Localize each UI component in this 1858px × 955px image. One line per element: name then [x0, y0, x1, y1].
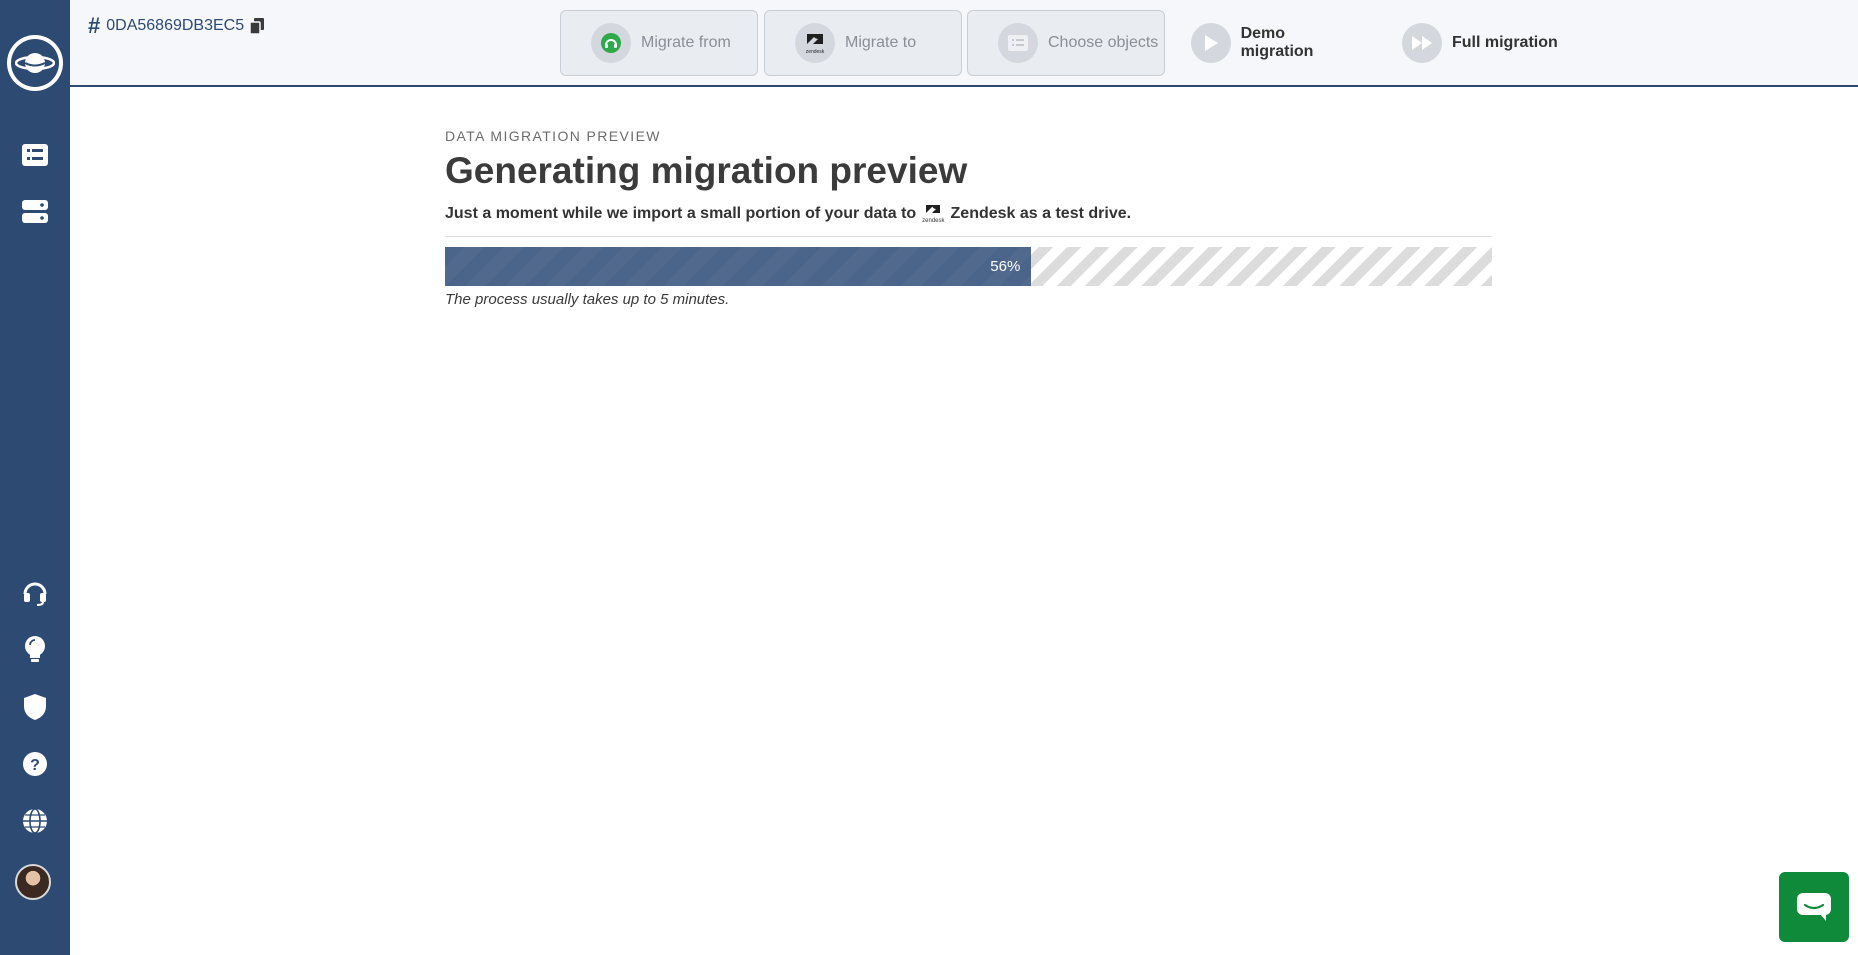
zendesk-mini-text: zendesk	[922, 218, 945, 224]
divider	[445, 236, 1492, 237]
step-choose-objects[interactable]: Choose objects	[967, 10, 1165, 76]
subtitle-text-after: Zendesk as a test drive.	[950, 205, 1132, 222]
fast-forward-icon	[1402, 23, 1442, 63]
copy-icon[interactable]	[249, 18, 266, 35]
page-subtitle: Just a moment while we import a small po…	[445, 204, 1492, 224]
shield-icon[interactable]	[19, 691, 51, 723]
top-bar: # 0DA56869DB3EC5 Migrate from zendesk Mi…	[70, 0, 1858, 87]
hash-icon: #	[88, 13, 101, 38]
step-migrate-from[interactable]: Migrate from	[560, 10, 758, 76]
planet-icon	[15, 53, 55, 73]
lightbulb-icon[interactable]	[19, 634, 51, 666]
subtitle-text-before: Just a moment while we import a small po…	[445, 205, 917, 222]
duration-note: The process usually takes up to 5 minute…	[445, 291, 730, 308]
zendesk-mini-logo-icon: zendesk	[922, 204, 945, 224]
svg-text:?: ?	[30, 757, 40, 774]
step-label: Migrate from	[641, 34, 731, 51]
chat-icon	[1797, 893, 1831, 921]
main-content: DATA MIGRATION PREVIEW Generating migrat…	[445, 128, 1492, 308]
section-overline: DATA MIGRATION PREVIEW	[445, 128, 661, 144]
progress-percent: 56%	[990, 258, 1021, 275]
play-icon	[1191, 23, 1231, 63]
headset-icon[interactable]	[19, 577, 51, 609]
projects-list-icon[interactable]	[19, 139, 51, 171]
project-id: # 0DA56869DB3EC5	[88, 13, 266, 39]
helpdesk-logo-icon	[591, 23, 631, 63]
chat-button[interactable]	[1779, 872, 1849, 942]
globe-icon[interactable]	[19, 805, 51, 837]
list-icon	[998, 23, 1038, 63]
page-title: Generating migration preview	[445, 150, 968, 191]
step-label: Full migration	[1452, 34, 1558, 51]
step-label: Demo migration	[1240, 25, 1314, 60]
server-icon[interactable]	[19, 196, 51, 228]
app-logo[interactable]	[7, 35, 63, 91]
step-label: Migrate to	[845, 34, 917, 51]
step-label: Choose objects	[1048, 34, 1159, 51]
progress-bar: 56%	[445, 247, 1492, 286]
step-migrate-to[interactable]: zendesk Migrate to	[764, 10, 962, 76]
progress-fill: 56%	[445, 247, 1032, 286]
step-full-migration[interactable]: Full migration	[1382, 10, 1572, 76]
zendesk-logo-icon: zendesk	[795, 23, 835, 63]
svg-text:zendesk: zendesk	[806, 49, 825, 54]
user-avatar[interactable]	[15, 864, 51, 900]
project-id-text: 0DA56869DB3EC5	[106, 17, 245, 34]
sidebar: ?	[0, 0, 70, 955]
help-icon[interactable]: ?	[19, 748, 51, 780]
step-demo-migration[interactable]: Demo migration	[1171, 10, 1361, 76]
